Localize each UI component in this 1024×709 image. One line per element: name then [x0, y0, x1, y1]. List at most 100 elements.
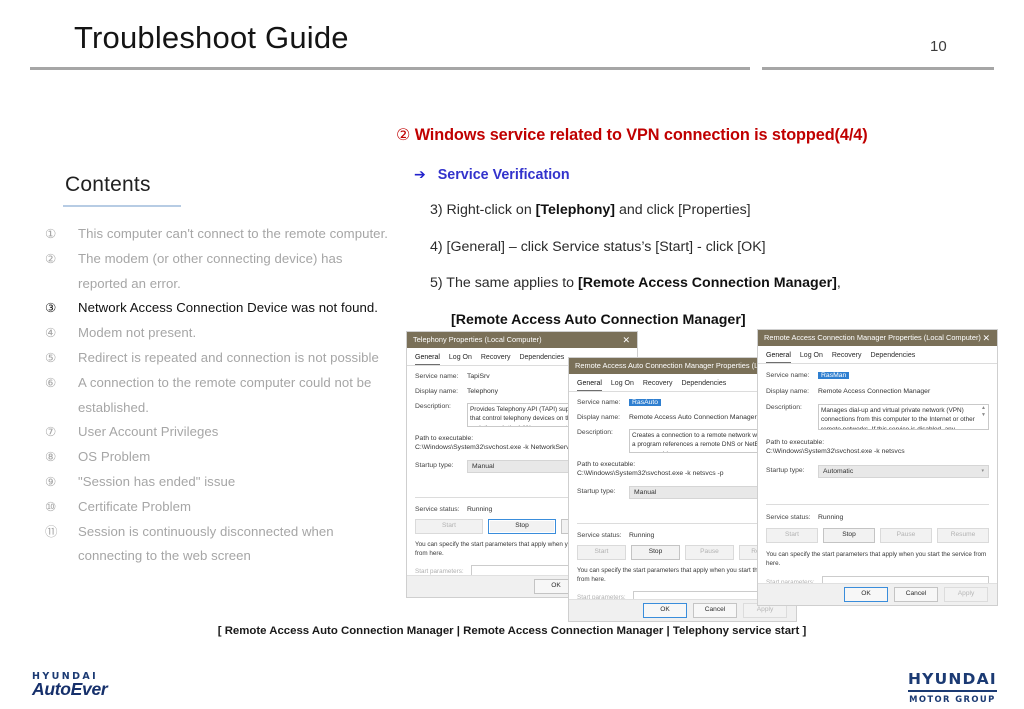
section-heading-text: Windows service related to VPN connectio…: [414, 126, 868, 144]
apply-button: Apply: [944, 587, 988, 602]
label-description: Description:: [577, 429, 613, 436]
sub-heading: ➔ Service Verification: [414, 166, 570, 183]
contents-panel: Contents ① This computer can't connect to…: [24, 143, 390, 630]
tab-recovery[interactable]: Recovery: [481, 354, 511, 365]
contents-item-label: Redirect is repeated and connection is n…: [78, 349, 379, 365]
tab-dependencies[interactable]: Dependencies: [681, 380, 726, 391]
stop-button[interactable]: Stop: [488, 519, 556, 534]
tab-general[interactable]: General: [415, 354, 440, 365]
step-3-post: and click [Properties]: [615, 202, 751, 218]
section-marker: ②: [396, 125, 411, 144]
contents-item-label: Network Access Connection Device was not…: [78, 300, 378, 316]
cancel-button[interactable]: Cancel: [894, 587, 938, 602]
contents-item-label: This computer can't connect to the remot…: [78, 226, 388, 241]
motor-group-logo-line2: MOTOR GROUP: [909, 693, 996, 704]
contents-list-item[interactable]: ③ Network Access Connection Device was no…: [45, 296, 389, 321]
description-field[interactable]: Manages dial-up and virtual private netw…: [818, 404, 989, 430]
connection-manager-tabs: General Log On Recovery Dependencies: [758, 346, 997, 364]
tab-log-on[interactable]: Log On: [611, 380, 634, 391]
label-display-name: Display name:: [415, 388, 459, 395]
tab-recovery[interactable]: Recovery: [832, 352, 862, 363]
label-display-name: Display name:: [766, 388, 810, 395]
motor-group-logo-line1: HYUNDAI: [908, 670, 997, 688]
contents-item-label: OS Problem: [78, 449, 151, 465]
row-display-name: Display name: Remote Access Connection M…: [758, 388, 997, 395]
step-5-line2: [Remote Access Auto Connection Manager]: [451, 312, 746, 328]
tab-general[interactable]: General: [766, 352, 791, 363]
contents-list-item[interactable]: ⑧ OS Problem: [45, 445, 389, 470]
contents-item-label: A connection to the remote computer coul…: [78, 374, 372, 415]
label-display-name: Display name:: [577, 414, 621, 421]
contents-list-item[interactable]: ④ Modem not present.: [45, 321, 389, 346]
ok-button[interactable]: OK: [844, 587, 888, 602]
start-button: Start: [766, 528, 818, 543]
contents-list-item[interactable]: ⑩ Certificate Problem: [45, 495, 389, 520]
contents-item-label: The modem (or other connecting device) h…: [78, 250, 343, 291]
contents-item-number: ③: [45, 300, 57, 316]
startup-type-select[interactable]: Automatic ▾: [818, 465, 989, 478]
contents-item-label: "Session has ended" issue: [78, 473, 236, 489]
slide-canvas: Troubleshoot Guide 10 Contents ① This com…: [0, 0, 1024, 709]
label-start-parameters: Start parameters:: [415, 567, 464, 575]
telephony-titlebar: Telephony Properties (Local Computer) ✕: [407, 332, 637, 348]
label-path: Path to executable:: [766, 439, 825, 446]
cancel-button[interactable]: Cancel: [693, 603, 737, 618]
contents-item-label: Certificate Problem: [78, 498, 192, 514]
tab-log-on[interactable]: Log On: [449, 354, 472, 365]
contents-item-number: ⑨: [45, 473, 57, 489]
tab-recovery[interactable]: Recovery: [643, 380, 673, 391]
stop-button[interactable]: Stop: [823, 528, 875, 543]
contents-item-number: ⑦: [45, 424, 57, 440]
tab-general[interactable]: General: [577, 380, 602, 391]
step-5-post: ,: [836, 275, 841, 291]
contents-list-item[interactable]: ⑨ "Session has ended" issue: [45, 470, 389, 495]
contents-list-item[interactable]: ⑦ User Account Privileges: [45, 420, 389, 445]
contents-list-item[interactable]: ⑥ A connection to the remote computer cou…: [45, 371, 389, 421]
label-startup-type: Startup type:: [577, 488, 616, 495]
value-service-name: RasAuto: [629, 399, 662, 406]
label-service-name: Service name:: [766, 372, 810, 379]
contents-list-item[interactable]: ② The modem (or other connecting device) …: [45, 247, 389, 297]
tab-dependencies[interactable]: Dependencies: [870, 352, 915, 363]
step-5-pre: 5) The same applies to: [430, 275, 578, 291]
contents-title-underline: [63, 205, 181, 207]
close-icon[interactable]: ✕: [622, 332, 630, 348]
contents-item-number: ④: [45, 325, 57, 341]
connection-manager-dialog[interactable]: Remote Access Connection Manager Propert…: [757, 329, 998, 606]
contents-item-number: ⑪: [45, 523, 58, 539]
tab-log-on[interactable]: Log On: [800, 352, 823, 363]
contents-panel-inner: Contents ① This computer can't connect to…: [25, 144, 389, 629]
contents-list-item[interactable]: ① This computer can't connect to the remo…: [45, 222, 389, 247]
row-service-status: Service status: Running: [758, 514, 997, 521]
scroll-up-icon[interactable]: ▲: [980, 405, 987, 412]
step-3-pre: 3) Right-click on: [430, 202, 536, 218]
telephony-title: Telephony Properties (Local Computer): [413, 335, 542, 344]
row-startup-type: Startup type: Automatic ▾: [758, 465, 997, 478]
tab-dependencies[interactable]: Dependencies: [519, 354, 564, 365]
contents-item-label: Session is continuously disconnected whe…: [78, 523, 334, 564]
stop-button[interactable]: Stop: [631, 545, 680, 560]
connection-manager-title: Remote Access Connection Manager Propert…: [764, 333, 981, 342]
hyundai-autoever-logo: HYUNDAI AutoEver: [32, 671, 108, 700]
page-number: 10: [930, 38, 947, 55]
scroll-down-icon[interactable]: ▼: [980, 412, 987, 419]
pause-button: Pause: [685, 545, 734, 560]
close-icon[interactable]: ✕: [982, 330, 990, 346]
step-4: 4) [General] – click Service status’s [S…: [430, 239, 766, 255]
contents-title: Contents: [65, 173, 151, 196]
contents-item-number: ①: [45, 226, 57, 241]
ok-button[interactable]: OK: [643, 603, 687, 618]
step-5-bold: [Remote Access Connection Manager]: [578, 275, 837, 291]
page-title: Troubleshoot Guide: [74, 20, 349, 55]
row-description: Description: Manages dial-up and virtual…: [758, 404, 997, 430]
connection-manager-footer-buttons: OK Cancel Apply: [758, 583, 997, 605]
header-rule-left: [30, 67, 750, 70]
contents-list-item[interactable]: ⑪ Session is continuously disconnected wh…: [45, 520, 389, 570]
description-scrollbar[interactable]: ▲ ▼: [980, 405, 987, 419]
label-startup-type: Startup type:: [766, 467, 805, 474]
contents-list-item[interactable]: ⑤ Redirect is repeated and connection is …: [45, 346, 389, 371]
contents-list: ① This computer can't connect to the remo…: [45, 222, 389, 570]
label-service-status: Service status:: [577, 532, 622, 539]
chevron-down-icon: ▾: [981, 468, 984, 474]
label-startup-type: Startup type:: [415, 462, 454, 469]
